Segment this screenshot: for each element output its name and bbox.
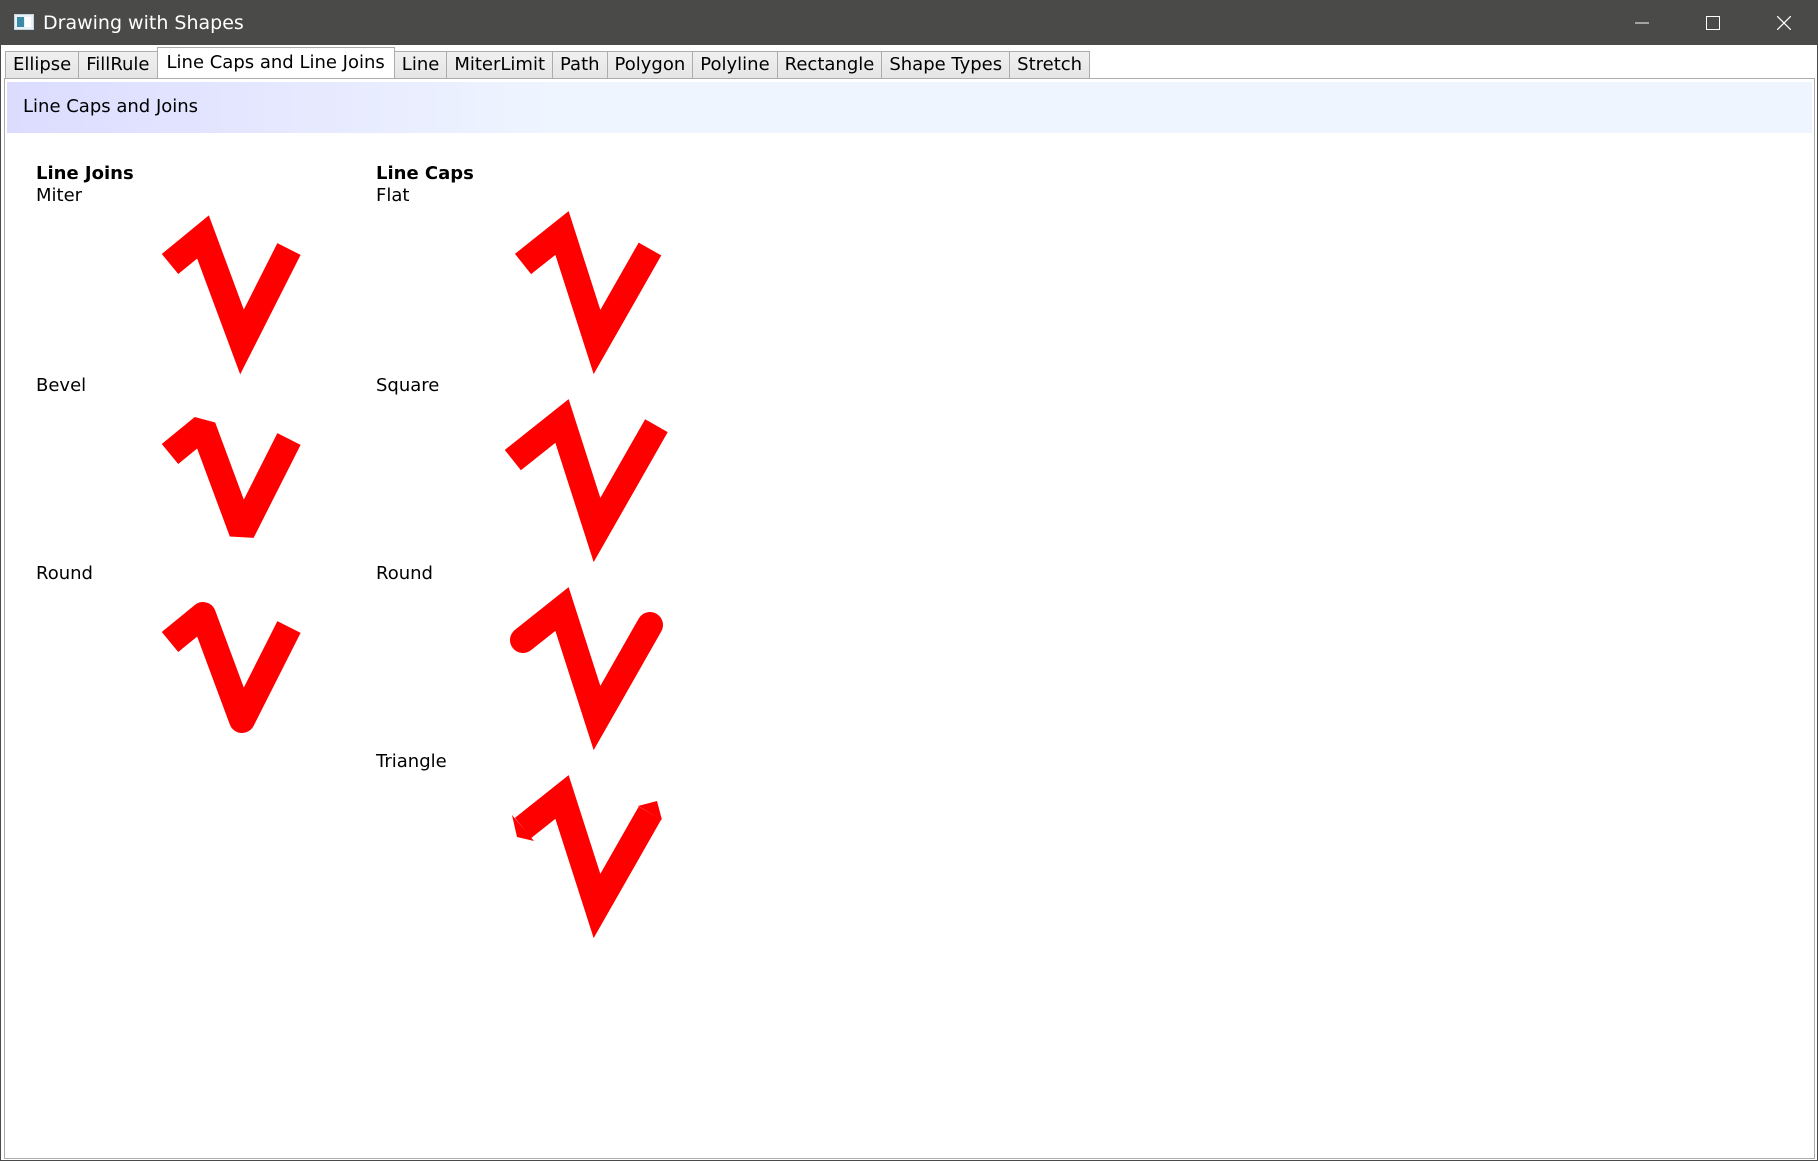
tab-path[interactable]: Path [552,51,608,78]
cap-triangle-label: Triangle [376,751,447,772]
cap-square-label: Square [376,375,440,396]
round-join-shape [161,602,301,733]
section-header-text: Line Caps and Joins [23,96,199,117]
join-round-label: Round [36,563,93,584]
tab-ellipse[interactable]: Ellipse [5,51,80,78]
tab-stretch[interactable]: Stretch [1009,51,1091,78]
close-button[interactable] [1749,1,1818,45]
square-cap-shape [505,399,668,563]
tab-strip: Ellipse FillRule Line Caps and Line Join… [5,47,1091,78]
title-bar[interactable]: Drawing with Shapes [1,1,1817,45]
minimize-button[interactable] [1607,1,1677,45]
join-bevel-label: Bevel [36,375,87,396]
maximize-button[interactable] [1678,1,1748,45]
tab-polygon[interactable]: Polygon [606,51,694,78]
tab-polyline[interactable]: Polyline [692,51,778,78]
tab-content-panel: Line Caps and Joins Line Joins Miter Bev… [4,78,1815,1159]
tab-miterlimit[interactable]: MiterLimit [446,51,553,78]
minimize-icon [1635,22,1649,24]
app-window: Drawing with Shapes Ellipse FillRule Lin… [0,0,1818,1161]
close-icon [1777,16,1791,30]
cap-flat-label: Flat [376,185,410,206]
round-cap-shape [510,587,663,751]
tab-line-caps-and-line-joins[interactable]: Line Caps and Line Joins [156,47,395,78]
tab-shape-types[interactable]: Shape Types [881,51,1011,78]
window-title: Drawing with Shapes [43,12,244,34]
line-joins-heading: Line Joins [36,163,134,184]
app-icon [14,14,34,30]
tab-rectangle[interactable]: Rectangle [776,51,883,78]
miter-join-shape [161,215,301,375]
line-caps-heading: Line Caps [376,163,474,184]
cap-round-label: Round [376,563,433,584]
triangle-cap-shape [512,775,662,939]
tab-line[interactable]: Line [393,51,448,78]
tab-fillrule[interactable]: FillRule [78,51,158,78]
join-miter-label: Miter [36,185,83,206]
maximize-icon [1706,16,1720,30]
section-header: Line Caps and Joins [7,82,1812,133]
flat-cap-shape [514,211,662,375]
bevel-join-shape [161,416,301,538]
